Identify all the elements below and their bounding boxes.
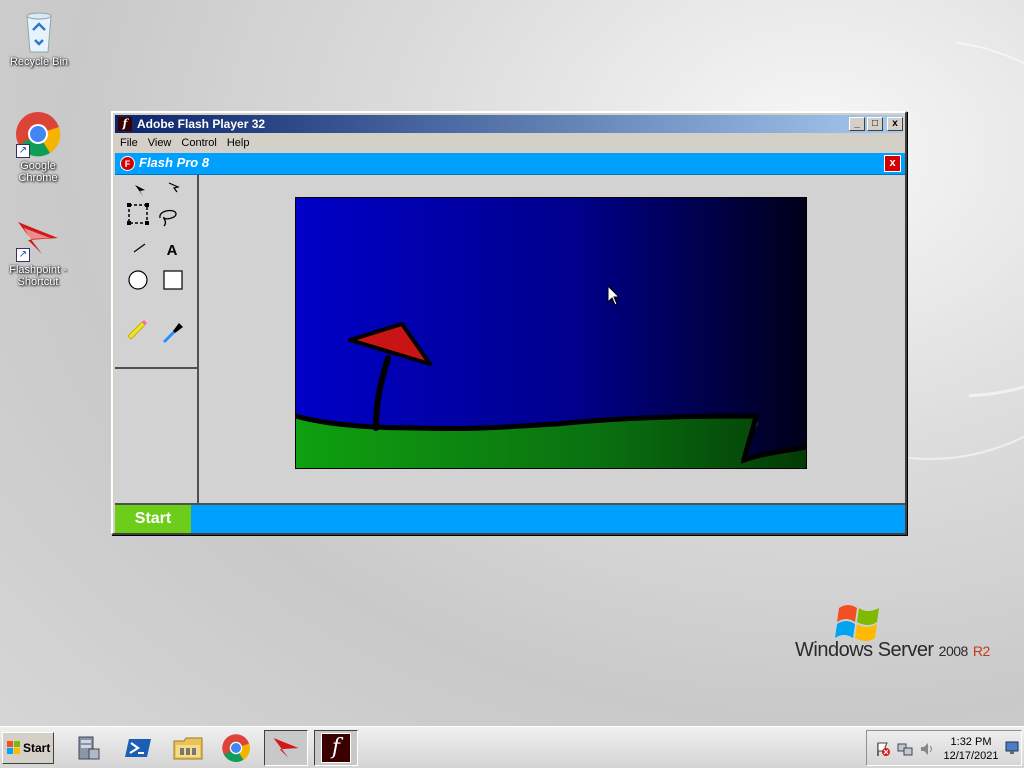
subselection-tool-icon[interactable] — [161, 175, 187, 201]
flash-player-icon: f — [321, 733, 351, 763]
clock[interactable]: 1:32 PM 12/17/2021 — [939, 735, 1003, 763]
menu-view[interactable]: View — [143, 134, 177, 149]
windows-server-wordmark: Windows Server 2008 R2 — [795, 639, 990, 662]
stage-area[interactable] — [201, 175, 905, 503]
desktop-icon-flashpoint[interactable]: ↗ Flashpoint - Shortcut — [0, 214, 76, 288]
menu-file[interactable]: File — [115, 134, 143, 149]
chrome-icon — [222, 734, 250, 762]
brand-text: Windows Server — [795, 639, 934, 661]
taskbar-explorer[interactable] — [166, 730, 210, 766]
selection-tool-icon[interactable] — [127, 177, 153, 203]
flashpoint-icon — [273, 738, 299, 758]
tool-palette: A — [115, 175, 199, 503]
flash-pro-title: Flash Pro 8 — [139, 155, 210, 170]
stage-drawing — [296, 198, 806, 468]
desktop-icon-recycle-bin[interactable]: Recycle Bin — [1, 6, 77, 68]
volume-icon[interactable] — [919, 741, 935, 757]
rectangle-tool-icon[interactable] — [160, 267, 186, 293]
flash-content-area[interactable]: F Flash Pro 8 x A Start — [115, 153, 905, 533]
flash-player-window: f Adobe Flash Player 32 _ □ x File View Co… — [111, 111, 907, 535]
minimize-icon: _ — [854, 118, 860, 129]
desktop-icon-google-chrome[interactable]: ↗ Google Chrome — [0, 110, 76, 184]
windows-start-icon — [7, 741, 20, 754]
text-tool-icon[interactable]: A — [159, 237, 185, 263]
version-text: 2008 — [938, 643, 969, 659]
flash-pro-bottom-bar: Start — [115, 503, 905, 533]
edition-text: R2 — [972, 643, 990, 659]
desktop-icon-label: Google Chrome — [18, 160, 58, 184]
powershell-icon — [125, 739, 151, 757]
flash-pro-titlebar: F Flash Pro 8 x — [115, 153, 905, 175]
system-tray: 1:32 PM 12/17/2021 — [866, 730, 1022, 766]
clock-time: 1:32 PM — [950, 736, 992, 748]
clock-date: 12/17/2021 — [943, 750, 999, 762]
windows-flag-icon — [835, 605, 879, 641]
start-button[interactable]: Start — [2, 732, 54, 764]
free-transform-tool-icon[interactable] — [125, 201, 151, 227]
shortcut-arrow-icon: ↗ — [16, 144, 30, 158]
desktop-icon-label: Recycle Bin — [9, 56, 69, 68]
explorer-icon — [173, 737, 203, 760]
start-label: Start — [23, 741, 51, 755]
server-manager-icon — [78, 736, 100, 760]
flash-pro-logo-icon: F — [120, 156, 135, 171]
close-icon: x — [892, 118, 898, 129]
menu-control[interactable]: Control — [176, 134, 221, 149]
tool-palette-divider — [115, 367, 199, 369]
flash-pro-start-button[interactable]: Start — [115, 505, 191, 533]
taskbar: Start f 1:32 PM 12/17/2021 — [0, 726, 1024, 768]
flash-player-app-icon: f — [118, 117, 132, 131]
shortcut-arrow-icon: ↗ — [16, 248, 30, 262]
menu-help[interactable]: Help — [222, 134, 255, 149]
window-titlebar[interactable]: f Adobe Flash Player 32 _ □ x — [115, 115, 903, 133]
brush-tool-icon[interactable] — [159, 319, 185, 345]
desktop-icon-label: Flashpoint - Shortcut — [9, 264, 67, 288]
network-icon[interactable] — [897, 741, 913, 757]
window-title: Adobe Flash Player 32 — [137, 117, 266, 131]
minimize-button[interactable]: _ — [849, 117, 865, 131]
menu-bar: File View Control Help — [115, 134, 903, 153]
windows-server-logo: Windows Server 2008 R2 — [795, 600, 1015, 670]
flash-pro-close-button[interactable]: x — [884, 155, 901, 172]
show-desktop-icon[interactable] — [1005, 739, 1019, 757]
taskbar-flashpoint[interactable] — [264, 730, 308, 766]
recycle-bin-icon — [15, 6, 63, 54]
oval-tool-icon[interactable] — [125, 267, 151, 293]
mouse-cursor-icon — [607, 285, 621, 306]
close-button[interactable]: x — [887, 117, 903, 131]
taskbar-chrome[interactable] — [214, 730, 258, 766]
maximize-button[interactable]: □ — [867, 117, 883, 131]
taskbar-server-manager[interactable] — [66, 730, 110, 766]
chrome-icon: ↗ — [14, 110, 62, 158]
pencil-tool-icon[interactable] — [123, 315, 149, 341]
flashpoint-icon: ↗ — [14, 214, 62, 262]
action-center-flag-icon[interactable] — [875, 741, 891, 757]
maximize-icon: □ — [871, 118, 879, 129]
lasso-tool-icon[interactable] — [155, 203, 181, 229]
line-tool-icon[interactable] — [127, 235, 153, 261]
drawing-stage[interactable] — [295, 197, 807, 469]
taskbar-flash-player[interactable]: f — [314, 730, 358, 766]
taskbar-powershell[interactable] — [116, 730, 160, 766]
